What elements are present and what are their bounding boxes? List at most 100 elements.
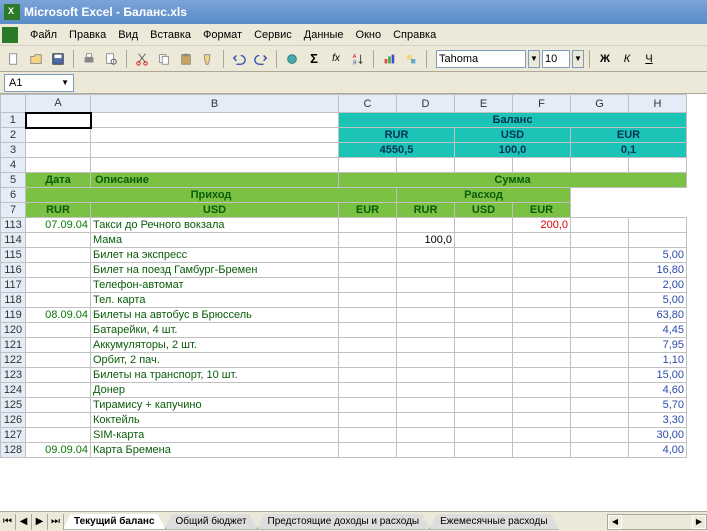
row-header[interactable]: 118 — [1, 293, 26, 308]
cell[interactable]: Билет на экспресс — [91, 248, 339, 263]
cell[interactable] — [26, 143, 91, 158]
cell[interactable]: 1,10 — [629, 353, 687, 368]
select-all-corner[interactable] — [1, 95, 26, 113]
cell[interactable]: Билеты на автобус в Брюссель — [91, 308, 339, 323]
row-header[interactable]: 3 — [1, 143, 26, 158]
drawing-icon[interactable] — [401, 49, 421, 69]
cell[interactable] — [455, 443, 513, 458]
cell[interactable] — [339, 293, 397, 308]
cell[interactable] — [571, 428, 629, 443]
col-header-A[interactable]: A — [26, 95, 91, 113]
row-header[interactable]: 123 — [1, 368, 26, 383]
cell[interactable] — [571, 368, 629, 383]
cell[interactable] — [571, 233, 629, 248]
cell[interactable] — [339, 248, 397, 263]
cell[interactable] — [339, 233, 397, 248]
row-header[interactable]: 122 — [1, 353, 26, 368]
menu-Сервис[interactable]: Сервис — [248, 27, 298, 43]
row-header[interactable]: 7 — [1, 203, 26, 218]
cell[interactable]: Расход — [397, 188, 571, 203]
cell[interactable] — [26, 323, 91, 338]
cell[interactable] — [26, 158, 91, 173]
cell[interactable]: Дата — [26, 173, 91, 188]
cell[interactable] — [26, 338, 91, 353]
bold-button[interactable]: Ж — [595, 49, 615, 69]
cell[interactable]: Билеты на транспорт, 10 шт. — [91, 368, 339, 383]
cell[interactable]: 0,1 — [571, 143, 687, 158]
cell[interactable] — [455, 278, 513, 293]
cell[interactable] — [629, 233, 687, 248]
row-header[interactable]: 119 — [1, 308, 26, 323]
cell[interactable] — [26, 128, 91, 143]
cell[interactable] — [26, 368, 91, 383]
cell[interactable] — [397, 398, 455, 413]
cell[interactable]: Аккумуляторы, 2 шт. — [91, 338, 339, 353]
cell[interactable] — [513, 308, 571, 323]
cell[interactable]: 5,00 — [629, 293, 687, 308]
cell[interactable] — [513, 263, 571, 278]
menu-Вид[interactable]: Вид — [112, 27, 144, 43]
cell[interactable] — [571, 278, 629, 293]
name-box-dropdown-icon[interactable]: ▼ — [61, 78, 69, 87]
cell[interactable] — [571, 293, 629, 308]
row-header[interactable]: 6 — [1, 188, 26, 203]
sheet-tab[interactable]: Общий бюджет — [165, 514, 258, 530]
sheet-tab[interactable]: Ежемесячные расходы — [429, 514, 558, 530]
cell[interactable] — [339, 158, 397, 173]
copy-icon[interactable] — [154, 49, 174, 69]
cell[interactable] — [339, 398, 397, 413]
cell[interactable] — [397, 248, 455, 263]
row-header[interactable]: 126 — [1, 413, 26, 428]
cell[interactable]: Батарейки, 4 шт. — [91, 323, 339, 338]
row-header[interactable]: 125 — [1, 398, 26, 413]
cell[interactable] — [513, 233, 571, 248]
cell[interactable] — [397, 218, 455, 233]
cell[interactable] — [26, 428, 91, 443]
hyperlink-icon[interactable] — [282, 49, 302, 69]
cell[interactable]: 7,95 — [629, 338, 687, 353]
cell[interactable] — [91, 113, 339, 128]
menu-Окно[interactable]: Окно — [350, 27, 388, 43]
cell[interactable] — [513, 293, 571, 308]
cell[interactable] — [571, 323, 629, 338]
cell[interactable] — [397, 293, 455, 308]
new-icon[interactable] — [4, 49, 24, 69]
autosum-icon[interactable]: Σ — [304, 49, 324, 69]
cell[interactable] — [455, 368, 513, 383]
cell[interactable]: 5,70 — [629, 398, 687, 413]
cell[interactable] — [571, 353, 629, 368]
cell[interactable] — [26, 383, 91, 398]
underline-button[interactable]: Ч — [639, 49, 659, 69]
row-header[interactable]: 117 — [1, 278, 26, 293]
cell[interactable] — [397, 338, 455, 353]
cell[interactable]: 09.09.04 — [26, 443, 91, 458]
cell[interactable] — [26, 398, 91, 413]
cell[interactable] — [397, 263, 455, 278]
cell[interactable] — [397, 323, 455, 338]
col-header-F[interactable]: F — [513, 95, 571, 113]
function-icon[interactable]: fx — [326, 49, 346, 69]
sheet-tab[interactable]: Текущий баланс — [63, 514, 166, 530]
cell[interactable] — [91, 128, 339, 143]
cell[interactable] — [397, 368, 455, 383]
cell[interactable]: 63,80 — [629, 308, 687, 323]
print-icon[interactable] — [79, 49, 99, 69]
cell[interactable] — [339, 413, 397, 428]
cell[interactable] — [513, 353, 571, 368]
name-box[interactable]: A1 ▼ — [4, 74, 74, 92]
menu-Данные[interactable]: Данные — [298, 27, 350, 43]
cell[interactable]: 4,45 — [629, 323, 687, 338]
col-header-E[interactable]: E — [455, 95, 513, 113]
row-header[interactable]: 4 — [1, 158, 26, 173]
cell[interactable] — [513, 158, 571, 173]
cell[interactable]: EUR — [513, 203, 571, 218]
cell[interactable] — [26, 278, 91, 293]
sheet-tab[interactable]: Предстоящие доходы и расходы — [257, 514, 431, 530]
cell[interactable]: Тирамису + капучино — [91, 398, 339, 413]
cell[interactable] — [571, 338, 629, 353]
cell[interactable] — [571, 398, 629, 413]
menu-Файл[interactable]: Файл — [24, 27, 63, 43]
chart-icon[interactable] — [379, 49, 399, 69]
cell[interactable] — [455, 233, 513, 248]
cell[interactable] — [571, 263, 629, 278]
